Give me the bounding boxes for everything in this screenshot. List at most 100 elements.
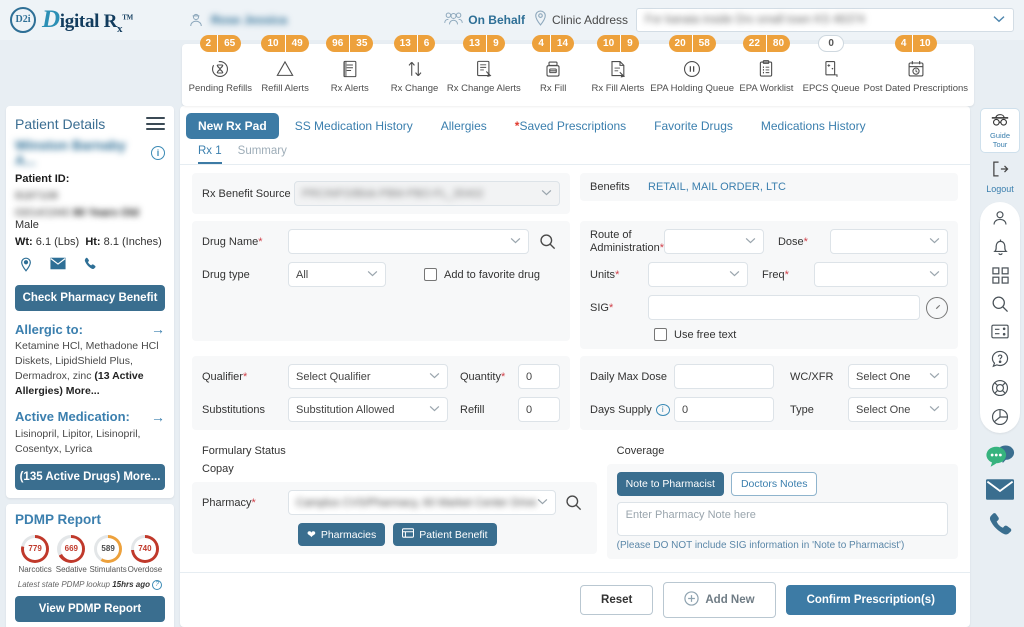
logout-button[interactable]: Logout [980, 157, 1020, 194]
drug-search-icon[interactable] [534, 233, 560, 250]
gauge-ring: 779 [21, 535, 49, 563]
tab-saved-prescriptions[interactable]: *Saved Prescriptions [503, 113, 638, 139]
pharmacy-search-icon[interactable] [561, 494, 587, 511]
quick-action-epa-holding-queue[interactable]: 2058EPA Holding Queue [650, 44, 734, 94]
reset-button[interactable]: Reset [580, 585, 653, 615]
drug-type-select[interactable]: All [288, 262, 386, 287]
units-select[interactable] [648, 262, 748, 287]
active-medication-section-header[interactable]: Active Medication: → [15, 409, 165, 425]
check-pharmacy-benefit-button[interactable]: Check Pharmacy Benefit [15, 285, 165, 311]
daily-max-input[interactable] [674, 364, 774, 389]
phone-icon[interactable] [83, 257, 97, 278]
subtab-summary[interactable]: Summary [238, 145, 287, 164]
type-select[interactable]: Select One [848, 397, 948, 422]
search-icon[interactable] [991, 295, 1009, 313]
allergic-to-section-header[interactable]: Allergic to: → [15, 321, 165, 337]
add-to-favorite-checkbox-row[interactable]: Add to favorite drug [424, 268, 540, 281]
arrow-right-icon[interactable]: → [151, 321, 165, 337]
logout-label: Logout [980, 184, 1020, 194]
tab-medications-history[interactable]: Medications History [749, 113, 878, 139]
substitutions-select[interactable]: Substitution Allowed [288, 397, 448, 422]
pie-chart-icon[interactable] [991, 408, 1009, 426]
clinic-address-select[interactable]: For kanaia inside Drs small town KS 4637… [636, 8, 1014, 32]
add-new-button[interactable]: Add New [663, 582, 775, 618]
confirm-prescriptions-button[interactable]: Confirm Prescription(s) [786, 585, 956, 615]
on-behalf-button[interactable]: On Behalf [444, 10, 525, 30]
tab-favorite-drugs[interactable]: Favorite Drugs [642, 113, 745, 139]
pharmacies-button[interactable]: ❤ Pharmacies [298, 523, 385, 546]
days-supply-info-icon[interactable]: i [656, 404, 670, 416]
pdmp-gauge-sedative[interactable]: 669Sedative [53, 535, 89, 574]
refill-input[interactable]: 0 [518, 397, 560, 422]
sig-clock-icon[interactable] [926, 297, 948, 319]
address-pin-icon[interactable] [19, 257, 33, 278]
tab-label: Allergies [441, 119, 487, 133]
gauge-value: 589 [101, 544, 114, 553]
sig-input[interactable] [648, 295, 920, 320]
guide-tour-button[interactable]: Guide Tour [980, 108, 1020, 153]
badge-value-2: 58 [692, 35, 716, 52]
add-new-label: Add New [705, 594, 754, 606]
tab-new-rx-pad[interactable]: New Rx Pad [186, 113, 279, 139]
quick-action-post-dated-prescriptions[interactable]: 410Post Dated Prescriptions [864, 44, 969, 94]
phone-icon[interactable] [988, 512, 1012, 543]
apps-grid-icon[interactable] [992, 267, 1009, 284]
question-help-icon[interactable] [991, 350, 1009, 368]
days-supply-input[interactable]: 0 [674, 397, 774, 422]
logout-icon [991, 165, 1009, 182]
info-icon[interactable]: i [151, 146, 165, 160]
doctors-notes-tab[interactable]: Doctors Notes [731, 472, 818, 496]
pdmp-gauge-narcotics[interactable]: 779Narcotics [17, 535, 53, 574]
hamburger-menu-icon[interactable] [146, 114, 165, 133]
pdmp-info-icon[interactable]: ? [152, 580, 162, 590]
list-card-icon[interactable] [991, 324, 1009, 339]
arrow-right-icon-2[interactable]: → [151, 409, 165, 425]
mail-icon[interactable] [986, 479, 1014, 505]
wcxfr-select[interactable]: Select One [848, 364, 948, 389]
use-free-text-row[interactable]: Use free text [654, 328, 948, 341]
note-to-pharmacist-tab[interactable]: Note to Pharmacist [617, 472, 724, 496]
user-icon[interactable] [991, 209, 1009, 227]
add-to-favorite-checkbox[interactable] [424, 268, 437, 281]
qualifier-select[interactable]: Select Qualifier [288, 364, 448, 389]
quick-action-label: Rx Fill Alerts [591, 83, 644, 94]
quick-action-pending-refills[interactable]: 265Pending Refills [188, 44, 253, 94]
rx-benefit-source-select[interactable]: PRCINFO/Blok-PBM-PBO-FL_35402 [294, 181, 560, 206]
subtab-rx-1[interactable]: Rx 1 [198, 145, 222, 164]
route-select[interactable] [664, 229, 764, 254]
tab-allergies[interactable]: Allergies [429, 113, 499, 139]
current-user[interactable]: Rose Jessica [187, 11, 287, 29]
drug-name-label: Drug Name* [202, 236, 288, 248]
active-drugs-more-button[interactable]: (135 Active Drugs) More... [15, 464, 165, 490]
freq-select[interactable] [814, 262, 948, 287]
bell-icon[interactable] [992, 238, 1009, 256]
quick-action-epcs-queue[interactable]: 0EPCS Queue [799, 44, 864, 94]
benefits-line: Benefits RETAIL, MAIL ORDER, LTC [590, 181, 948, 193]
dose-select[interactable] [830, 229, 948, 254]
quantity-label: Quantity* [460, 371, 518, 383]
badge-value-2: 9 [620, 35, 639, 52]
quick-action-rx-alerts[interactable]: 9635Rx Alerts [317, 44, 382, 94]
on-behalf-label: On Behalf [468, 13, 525, 27]
email-icon[interactable] [50, 257, 66, 278]
pharmacy-note-textarea[interactable]: Enter Pharmacy Note here [617, 502, 948, 536]
quantity-input[interactable]: 0 [518, 364, 560, 389]
chat-bubble-icon[interactable] [985, 443, 1015, 472]
quick-action-refill-alerts[interactable]: 1049Refill Alerts [253, 44, 318, 94]
drug-name-input[interactable] [288, 229, 529, 254]
quick-action-rx-fill[interactable]: 414Rx Fill [521, 44, 586, 94]
quick-action-rx-fill-alerts[interactable]: 109Rx Fill Alerts [586, 44, 651, 94]
pdmp-gauge-stimulants[interactable]: 589Stimulants [89, 535, 126, 574]
patient-benefit-button[interactable]: Patient Benefit [393, 523, 496, 546]
use-free-text-checkbox[interactable] [654, 328, 667, 341]
quick-action-epa-worklist[interactable]: 2280EPA Worklist [734, 44, 799, 94]
lifebuoy-icon[interactable] [991, 379, 1009, 397]
quick-action-rx-change-alerts[interactable]: 139Rx Change Alerts [447, 44, 521, 94]
badge-count: 2280 [743, 35, 790, 52]
pdmp-gauge-overdose[interactable]: 740Overdose [127, 535, 163, 574]
tab-label: Medications History [761, 119, 866, 133]
quick-action-rx-change[interactable]: 136Rx Change [382, 44, 447, 94]
view-pdmp-report-button[interactable]: View PDMP Report [15, 596, 165, 622]
tab-ss-medication-history[interactable]: SS Medication History [283, 113, 425, 139]
pharmacy-select[interactable]: Camplus CVS/Pharmacy, 60 Market Center D… [288, 490, 556, 515]
